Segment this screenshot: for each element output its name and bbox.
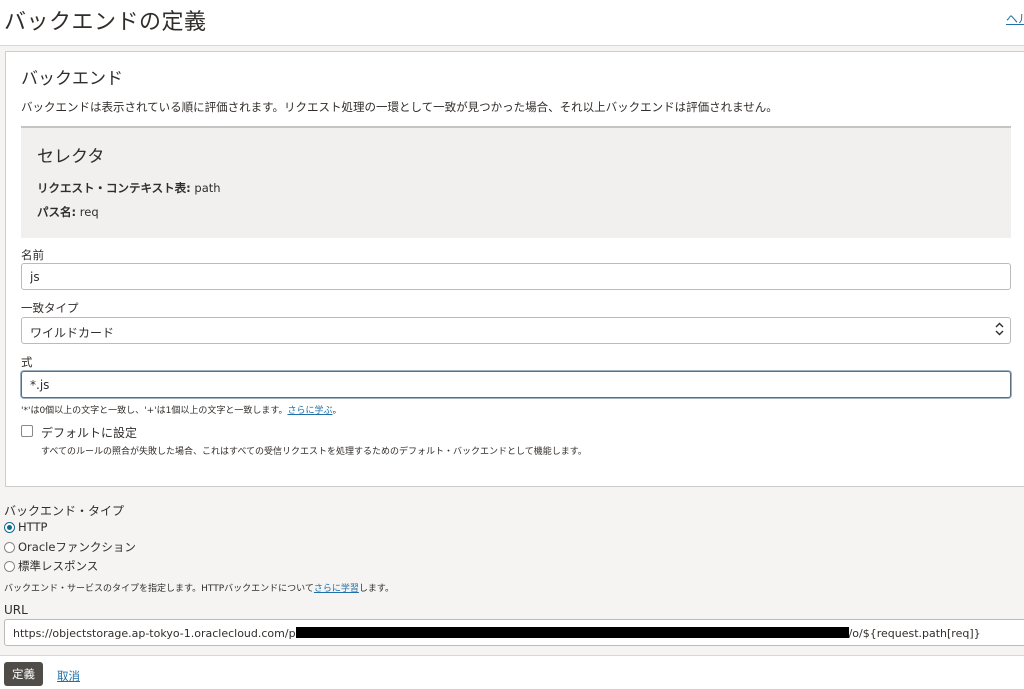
selector-path-row: パス名: req bbox=[37, 204, 99, 220]
expression-label: 式 bbox=[21, 355, 33, 369]
backend-section-description: バックエンドは表示されている順に評価されます。リクエスト処理の一環として一致が見… bbox=[21, 100, 778, 114]
selector-path-label: パス名: bbox=[37, 205, 77, 219]
url-suffix: /o/${request.path[req]} bbox=[848, 627, 981, 640]
selector-context-row: リクエスト・コンテキスト表: path bbox=[37, 180, 221, 196]
radio-unchecked-icon[interactable] bbox=[4, 560, 15, 572]
match-type-label: 一致タイプ bbox=[21, 301, 79, 315]
expression-hint-text: '*'は0個以上の文字と一致し、'+'は1個以上の文字と一致します。 bbox=[21, 406, 288, 416]
selector-panel: セレクタ リクエスト・コンテキスト表: path パス名: req bbox=[21, 126, 1011, 238]
default-checkbox[interactable] bbox=[21, 425, 33, 437]
help-link[interactable]: ヘル bbox=[1006, 10, 1024, 27]
name-input[interactable] bbox=[21, 263, 1011, 290]
backend-type-help-end: します。 bbox=[358, 584, 394, 594]
selector-context-label: リクエスト・コンテキスト表: bbox=[37, 181, 191, 195]
url-label: URL bbox=[4, 603, 28, 617]
page-title: バックエンドの定義 bbox=[4, 10, 207, 35]
match-type-value: ワイルドカード bbox=[30, 326, 115, 340]
expression-hint-end: 。 bbox=[332, 406, 342, 416]
redacted-block bbox=[295, 627, 849, 638]
default-checkbox-label[interactable]: デフォルトに設定 bbox=[41, 424, 137, 441]
url-prefix: https://objectstorage.ap-tokyo-1.oraclec… bbox=[13, 627, 296, 640]
page-header: バックエンドの定義 ヘル bbox=[0, 0, 1024, 46]
selector-context-value: path bbox=[194, 181, 221, 195]
backend-type-help: バックエンド・サービスのタイプを指定します。HTTPバックエンドについてさらに学… bbox=[4, 581, 394, 594]
backend-type-learn-more-link[interactable]: さらに学習 bbox=[314, 584, 359, 594]
radio-option-stock-response[interactable]: 標準レスポンス bbox=[4, 558, 98, 574]
select-updown-icon bbox=[995, 322, 1004, 336]
backend-section-title: バックエンド bbox=[21, 69, 123, 89]
radio-unchecked-icon[interactable] bbox=[4, 541, 15, 553]
radio-option-http-label: HTTP bbox=[18, 520, 48, 534]
define-button[interactable]: 定義 bbox=[4, 662, 43, 686]
backend-type-help-text: バックエンド・サービスのタイプを指定します。HTTPバックエンドについて bbox=[4, 584, 314, 594]
default-checkbox-help: すべてのルールの照合が失敗した場合、これはすべての受信リクエストを処理するための… bbox=[41, 447, 587, 457]
expression-learn-more-link[interactable]: さらに学ぶ bbox=[288, 406, 333, 416]
radio-option-http[interactable]: HTTP bbox=[4, 520, 47, 534]
match-type-select[interactable]: ワイルドカード bbox=[21, 317, 1011, 344]
radio-option-stock-response-label: 標準レスポンス bbox=[18, 559, 99, 573]
backend-type-label: バックエンド・タイプ bbox=[4, 504, 125, 518]
selector-title: セレクタ bbox=[37, 147, 105, 167]
radio-checked-icon[interactable] bbox=[4, 521, 15, 533]
radio-option-oracle-function-label: Oracleファンクション bbox=[18, 540, 136, 554]
expression-input[interactable] bbox=[21, 371, 1011, 398]
footer-bar: 定義 取消 bbox=[0, 655, 1024, 689]
name-label: 名前 bbox=[21, 248, 44, 262]
cancel-link[interactable]: 取消 bbox=[57, 668, 80, 684]
selector-path-value: req bbox=[79, 205, 99, 219]
radio-option-oracle-function[interactable]: Oracleファンクション bbox=[4, 539, 136, 555]
url-input[interactable]: https://objectstorage.ap-tokyo-1.oraclec… bbox=[4, 619, 1024, 646]
expression-hint: '*'は0個以上の文字と一致し、'+'は1個以上の文字と一致します。さらに学ぶ。 bbox=[21, 403, 342, 416]
backend-section: バックエンド バックエンドは表示されている順に評価されます。リクエスト処理の一環… bbox=[5, 51, 1024, 487]
